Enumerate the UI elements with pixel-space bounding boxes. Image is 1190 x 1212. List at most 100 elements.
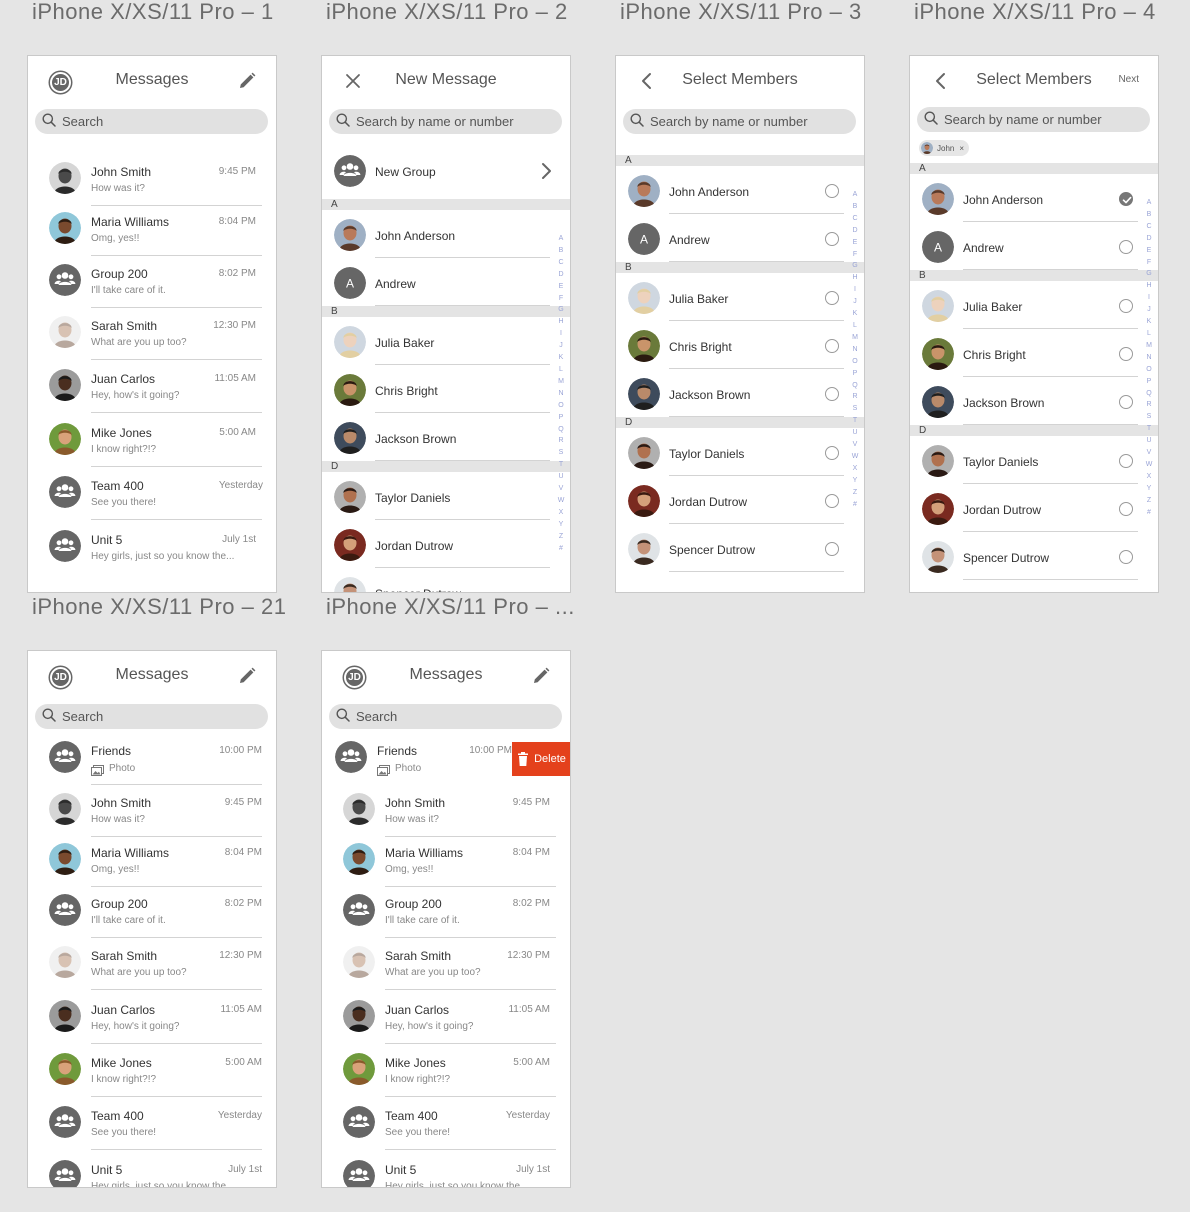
profile-avatar[interactable]: JD	[50, 667, 71, 688]
index-letter[interactable]: Y	[1145, 483, 1153, 495]
alphabet-index[interactable]: A B C D E F G H I J K L M N O P Q R S T U V W X Y Z #	[851, 189, 859, 510]
index-letter[interactable]: K	[851, 308, 859, 320]
conversation-row[interactable]: Mike Jones I know right?!? 5:00 AM	[28, 423, 276, 475]
next-button[interactable]: Next	[1118, 74, 1139, 85]
checkbox[interactable]	[1119, 347, 1133, 361]
index-letter[interactable]: V	[851, 439, 859, 451]
conversation-row[interactable]: Maria Williams Omg, yes!! 8:04 PM	[28, 843, 276, 895]
conversation-row[interactable]: Juan Carlos Hey, how's it going? 11:05 AM	[28, 369, 276, 421]
index-letter[interactable]: D	[1145, 233, 1153, 245]
index-letter[interactable]: Z	[557, 531, 565, 543]
index-letter[interactable]: M	[557, 376, 565, 388]
conversation-row[interactable]: Group 200 I'll take care of it. 8:02 PM	[28, 264, 276, 316]
index-letter[interactable]: E	[851, 237, 859, 249]
index-letter[interactable]: Q	[557, 424, 565, 436]
checkbox[interactable]	[825, 291, 839, 305]
back-icon[interactable]	[931, 71, 951, 91]
index-letter[interactable]: W	[1145, 459, 1153, 471]
index-letter[interactable]: V	[557, 483, 565, 495]
index-letter[interactable]: Q	[1145, 388, 1153, 400]
index-letter[interactable]: J	[1145, 304, 1153, 316]
index-letter[interactable]: W	[851, 451, 859, 463]
contact-row[interactable]: John Anderson	[616, 166, 864, 214]
conversation-row[interactable]: Juan Carlos Hey, how's it going? 11:05 AM	[322, 1000, 570, 1052]
conversation-row[interactable]: Team 400 See you there! Yesterday	[28, 476, 276, 528]
index-letter[interactable]: R	[1145, 399, 1153, 411]
chevron-right-icon[interactable]	[540, 162, 552, 185]
contact-row[interactable]: Spencer Dutrow	[322, 568, 570, 592]
index-letter[interactable]: P	[1145, 376, 1153, 388]
contact-row[interactable]: Jordan Dutrow	[616, 476, 864, 524]
index-letter[interactable]: U	[851, 427, 859, 439]
contact-row[interactable]: Julia Baker	[322, 317, 570, 365]
index-letter[interactable]: G	[1145, 268, 1153, 280]
index-letter[interactable]: J	[851, 296, 859, 308]
index-letter[interactable]: B	[557, 245, 565, 257]
index-letter[interactable]: J	[557, 340, 565, 352]
index-letter[interactable]: S	[557, 447, 565, 459]
conversation-row[interactable]: Team 400 See you there! Yesterday	[28, 1106, 276, 1158]
contact-row[interactable]: Jackson Brown	[322, 413, 570, 461]
compose-icon[interactable]	[237, 666, 257, 686]
delete-button[interactable]: Delete	[512, 742, 570, 776]
checkbox[interactable]	[1119, 550, 1133, 564]
index-letter[interactable]: X	[557, 507, 565, 519]
index-letter[interactable]: T	[557, 459, 565, 471]
index-letter[interactable]: R	[851, 391, 859, 403]
checkbox[interactable]	[825, 184, 839, 198]
conversation-row[interactable]: Sarah Smith What are you up too? 12:30 PM	[28, 316, 276, 368]
conversation-row[interactable]: Unit 5 Hey girls, just so you know the...…	[28, 1160, 276, 1187]
conversation-row[interactable]: Unit 5 Hey girls, just so you know the...…	[28, 530, 276, 582]
contact-row[interactable]: Julia Baker	[616, 273, 864, 321]
checkbox[interactable]	[1119, 454, 1133, 468]
index-letter[interactable]: #	[557, 543, 565, 555]
conversation-row[interactable]: Mike Jones I know right?!? 5:00 AM	[322, 1053, 570, 1105]
contact-row[interactable]: Chris Bright	[910, 329, 1158, 377]
conversation-row[interactable]: Maria Williams Omg, yes!! 8:04 PM	[322, 843, 570, 895]
index-letter[interactable]: X	[851, 463, 859, 475]
index-letter[interactable]: H	[1145, 280, 1153, 292]
contact-row[interactable]: A Andrew	[322, 258, 570, 306]
search-input[interactable]: Search	[35, 704, 268, 729]
contact-row[interactable]: A Andrew	[910, 222, 1158, 270]
index-letter[interactable]: F	[557, 293, 565, 305]
index-letter[interactable]: #	[851, 499, 859, 511]
index-letter[interactable]: O	[851, 356, 859, 368]
index-letter[interactable]: W	[557, 495, 565, 507]
conversation-row[interactable]: Sarah Smith What are you up too? 12:30 PM	[28, 946, 276, 998]
index-letter[interactable]: #	[1145, 507, 1153, 519]
index-letter[interactable]: Q	[851, 380, 859, 392]
index-letter[interactable]: D	[557, 269, 565, 281]
search-input[interactable]: Search	[329, 704, 562, 729]
conversation-row[interactable]: Unit 5 Hey girls, just so you know the...…	[322, 1160, 570, 1187]
index-letter[interactable]: L	[1145, 328, 1153, 340]
conversation-row[interactable]: Friends Photo 10:00 PM	[28, 741, 276, 793]
conversation-row[interactable]: John Smith How was it? 9:45 PM	[28, 793, 276, 845]
search-input[interactable]: Search	[35, 109, 268, 134]
index-letter[interactable]: M	[1145, 340, 1153, 352]
index-letter[interactable]: C	[1145, 221, 1153, 233]
conversation-row[interactable]: John Smith How was it? 9:45 PM	[28, 162, 276, 214]
index-letter[interactable]: Y	[557, 519, 565, 531]
conversation-row[interactable]: Sarah Smith What are you up too? 12:30 PM	[322, 946, 570, 998]
index-letter[interactable]: N	[851, 344, 859, 356]
contact-row[interactable]: Spencer Dutrow	[910, 532, 1158, 580]
alphabet-index[interactable]: A B C D E F G H I J K L M N O P Q R S T U V W X Y Z #	[1145, 197, 1153, 518]
index-letter[interactable]: R	[557, 435, 565, 447]
index-letter[interactable]: K	[557, 352, 565, 364]
index-letter[interactable]: X	[1145, 471, 1153, 483]
search-input[interactable]: Search by name or number	[329, 109, 562, 134]
index-letter[interactable]: F	[1145, 257, 1153, 269]
conversation-row[interactable]: Mike Jones I know right?!? 5:00 AM	[28, 1053, 276, 1105]
index-letter[interactable]: H	[851, 272, 859, 284]
checkbox[interactable]	[825, 387, 839, 401]
index-letter[interactable]: U	[557, 471, 565, 483]
profile-avatar[interactable]: JD	[344, 667, 365, 688]
index-letter[interactable]: E	[557, 281, 565, 293]
alphabet-index[interactable]: A B C D E F G H I J K L M N O P Q R S T U V W X Y Z #	[557, 233, 565, 554]
conversation-row[interactable]: John Smith How was it? 9:45 PM	[322, 793, 570, 845]
index-letter[interactable]: Z	[1145, 495, 1153, 507]
compose-icon[interactable]	[531, 666, 551, 686]
back-icon[interactable]	[637, 71, 657, 91]
checkbox[interactable]	[825, 232, 839, 246]
